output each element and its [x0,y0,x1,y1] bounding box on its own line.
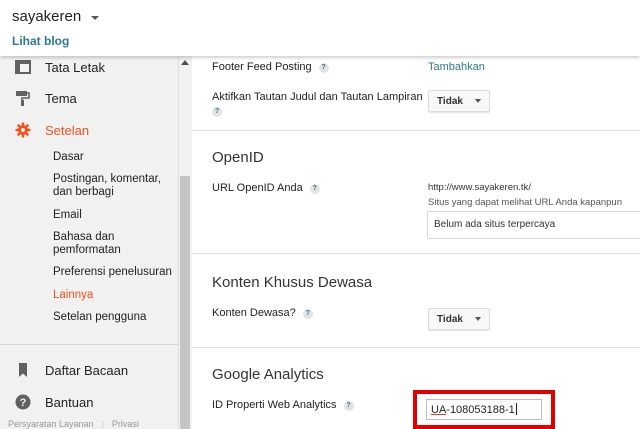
help-icon[interactable]: ? [309,184,320,194]
section-divider [192,253,640,254]
google-analytics-section-title: Google Analytics [212,366,324,383]
paint-roller-icon [16,91,30,106]
sidebar-subitem-language[interactable]: Bahasa dan pemformatan [53,231,143,257]
openid-hint: Situs yang dapat melihat URL Anda kapanp… [428,197,623,208]
analytics-id-input[interactable]: UA-108053188-1 [426,399,542,420]
terms-link[interactable]: Persyaratan Layanan [8,419,94,429]
sidebar-item-reading-list[interactable]: Daftar Bacaan [0,357,178,383]
openid-section-title: OpenID [212,149,264,166]
text-cursor [515,403,517,415]
section-divider [192,130,640,131]
sidebar-subitem-search-prefs[interactable]: Preferensi penelusuran [53,266,172,279]
help-circle-icon: ? [15,394,31,410]
title-links-row: Aktifkan Tautan Judul dan Tautan Lampira… [212,91,423,117]
analytics-id-row: ID Properti Web Analytics? [212,399,354,412]
section-divider [192,347,640,348]
adult-content-label: Konten Dewasa? [212,307,296,319]
openid-url-label: URL OpenID Anda [212,182,303,194]
view-blog-link[interactable]: Lihat blog [12,34,69,48]
sidebar-subitem-posts-comments[interactable]: Postingan, komentar, dan berbagi [53,173,173,199]
sidebar-subitem-user-settings[interactable]: Setelan pengguna [53,311,146,324]
sidebar-divider [0,344,178,345]
analytics-id-label: ID Properti Web Analytics [212,399,337,411]
privacy-link[interactable]: Privasi [112,419,139,429]
gear-icon [15,122,31,138]
blog-selector[interactable]: sayakeren [12,8,100,25]
dropdown-arrow-icon [474,99,481,103]
footer-feed-label: Footer Feed Posting [212,61,312,73]
bookmark-icon [19,363,27,377]
sidebar-item-layout[interactable]: Tata Letak [0,54,178,80]
help-icon[interactable]: ? [212,107,222,117]
sidebar-item-settings[interactable]: Setelan [0,117,178,143]
help-icon[interactable]: ? [318,63,329,73]
analytics-id-prefix: UA [431,404,447,416]
add-footer-feed-link[interactable]: Tambahkan [428,61,485,73]
caret-down-icon [91,15,100,20]
footer-separator: | [101,419,104,429]
layout-icon [15,60,31,74]
sidebar-subitem-email[interactable]: Email [53,209,82,222]
scroll-up-arrow-icon[interactable] [181,60,189,65]
sidebar-item-label: Setelan [45,122,90,138]
top-bar: sayakeren Lihat blog [0,0,640,56]
help-icon[interactable]: ? [343,401,354,411]
blog-name: sayakeren [12,8,82,25]
sidebar-subitem-other[interactable]: Lainnya [53,289,93,302]
sidebar-scrollbar-thumb[interactable] [180,176,190,429]
footer-feed-row: Footer Feed Posting? [212,61,329,74]
select-value: Tidak [437,313,463,325]
title-links-label: Aktifkan Tautan Judul dan Tautan Lampira… [212,91,423,103]
help-icon[interactable]: ? [302,309,313,319]
adult-content-row: Konten Dewasa?? [212,307,313,320]
analytics-id-rest: -108053188-1 [446,404,515,416]
trusted-sites-box[interactable]: Belum ada situs terpercaya [427,211,640,239]
openid-url-value: http://www.sayakeren.tk/ [428,182,531,193]
sidebar-footer-links: Persyaratan Layanan | Privasi [8,419,178,429]
sidebar-item-help[interactable]: ? Bantuan [0,389,178,415]
adult-content-select[interactable]: Tidak [428,308,490,330]
select-value: Tidak [437,95,463,107]
sidebar-item-label: Tema [45,90,77,106]
title-links-select[interactable]: Tidak [428,90,490,112]
svg-text:?: ? [20,397,27,409]
dropdown-arrow-icon [474,317,481,321]
sidebar-item-theme[interactable]: Tema [0,85,178,111]
adult-content-section-title: Konten Khusus Dewasa [212,274,373,291]
sidebar-item-label: Tata Letak [45,59,105,75]
sidebar-item-label: Daftar Bacaan [45,362,129,378]
openid-url-row: URL OpenID Anda? [212,182,320,195]
sidebar-subitem-basic[interactable]: Dasar [53,151,84,164]
sidebar-item-label: Bantuan [45,394,94,410]
